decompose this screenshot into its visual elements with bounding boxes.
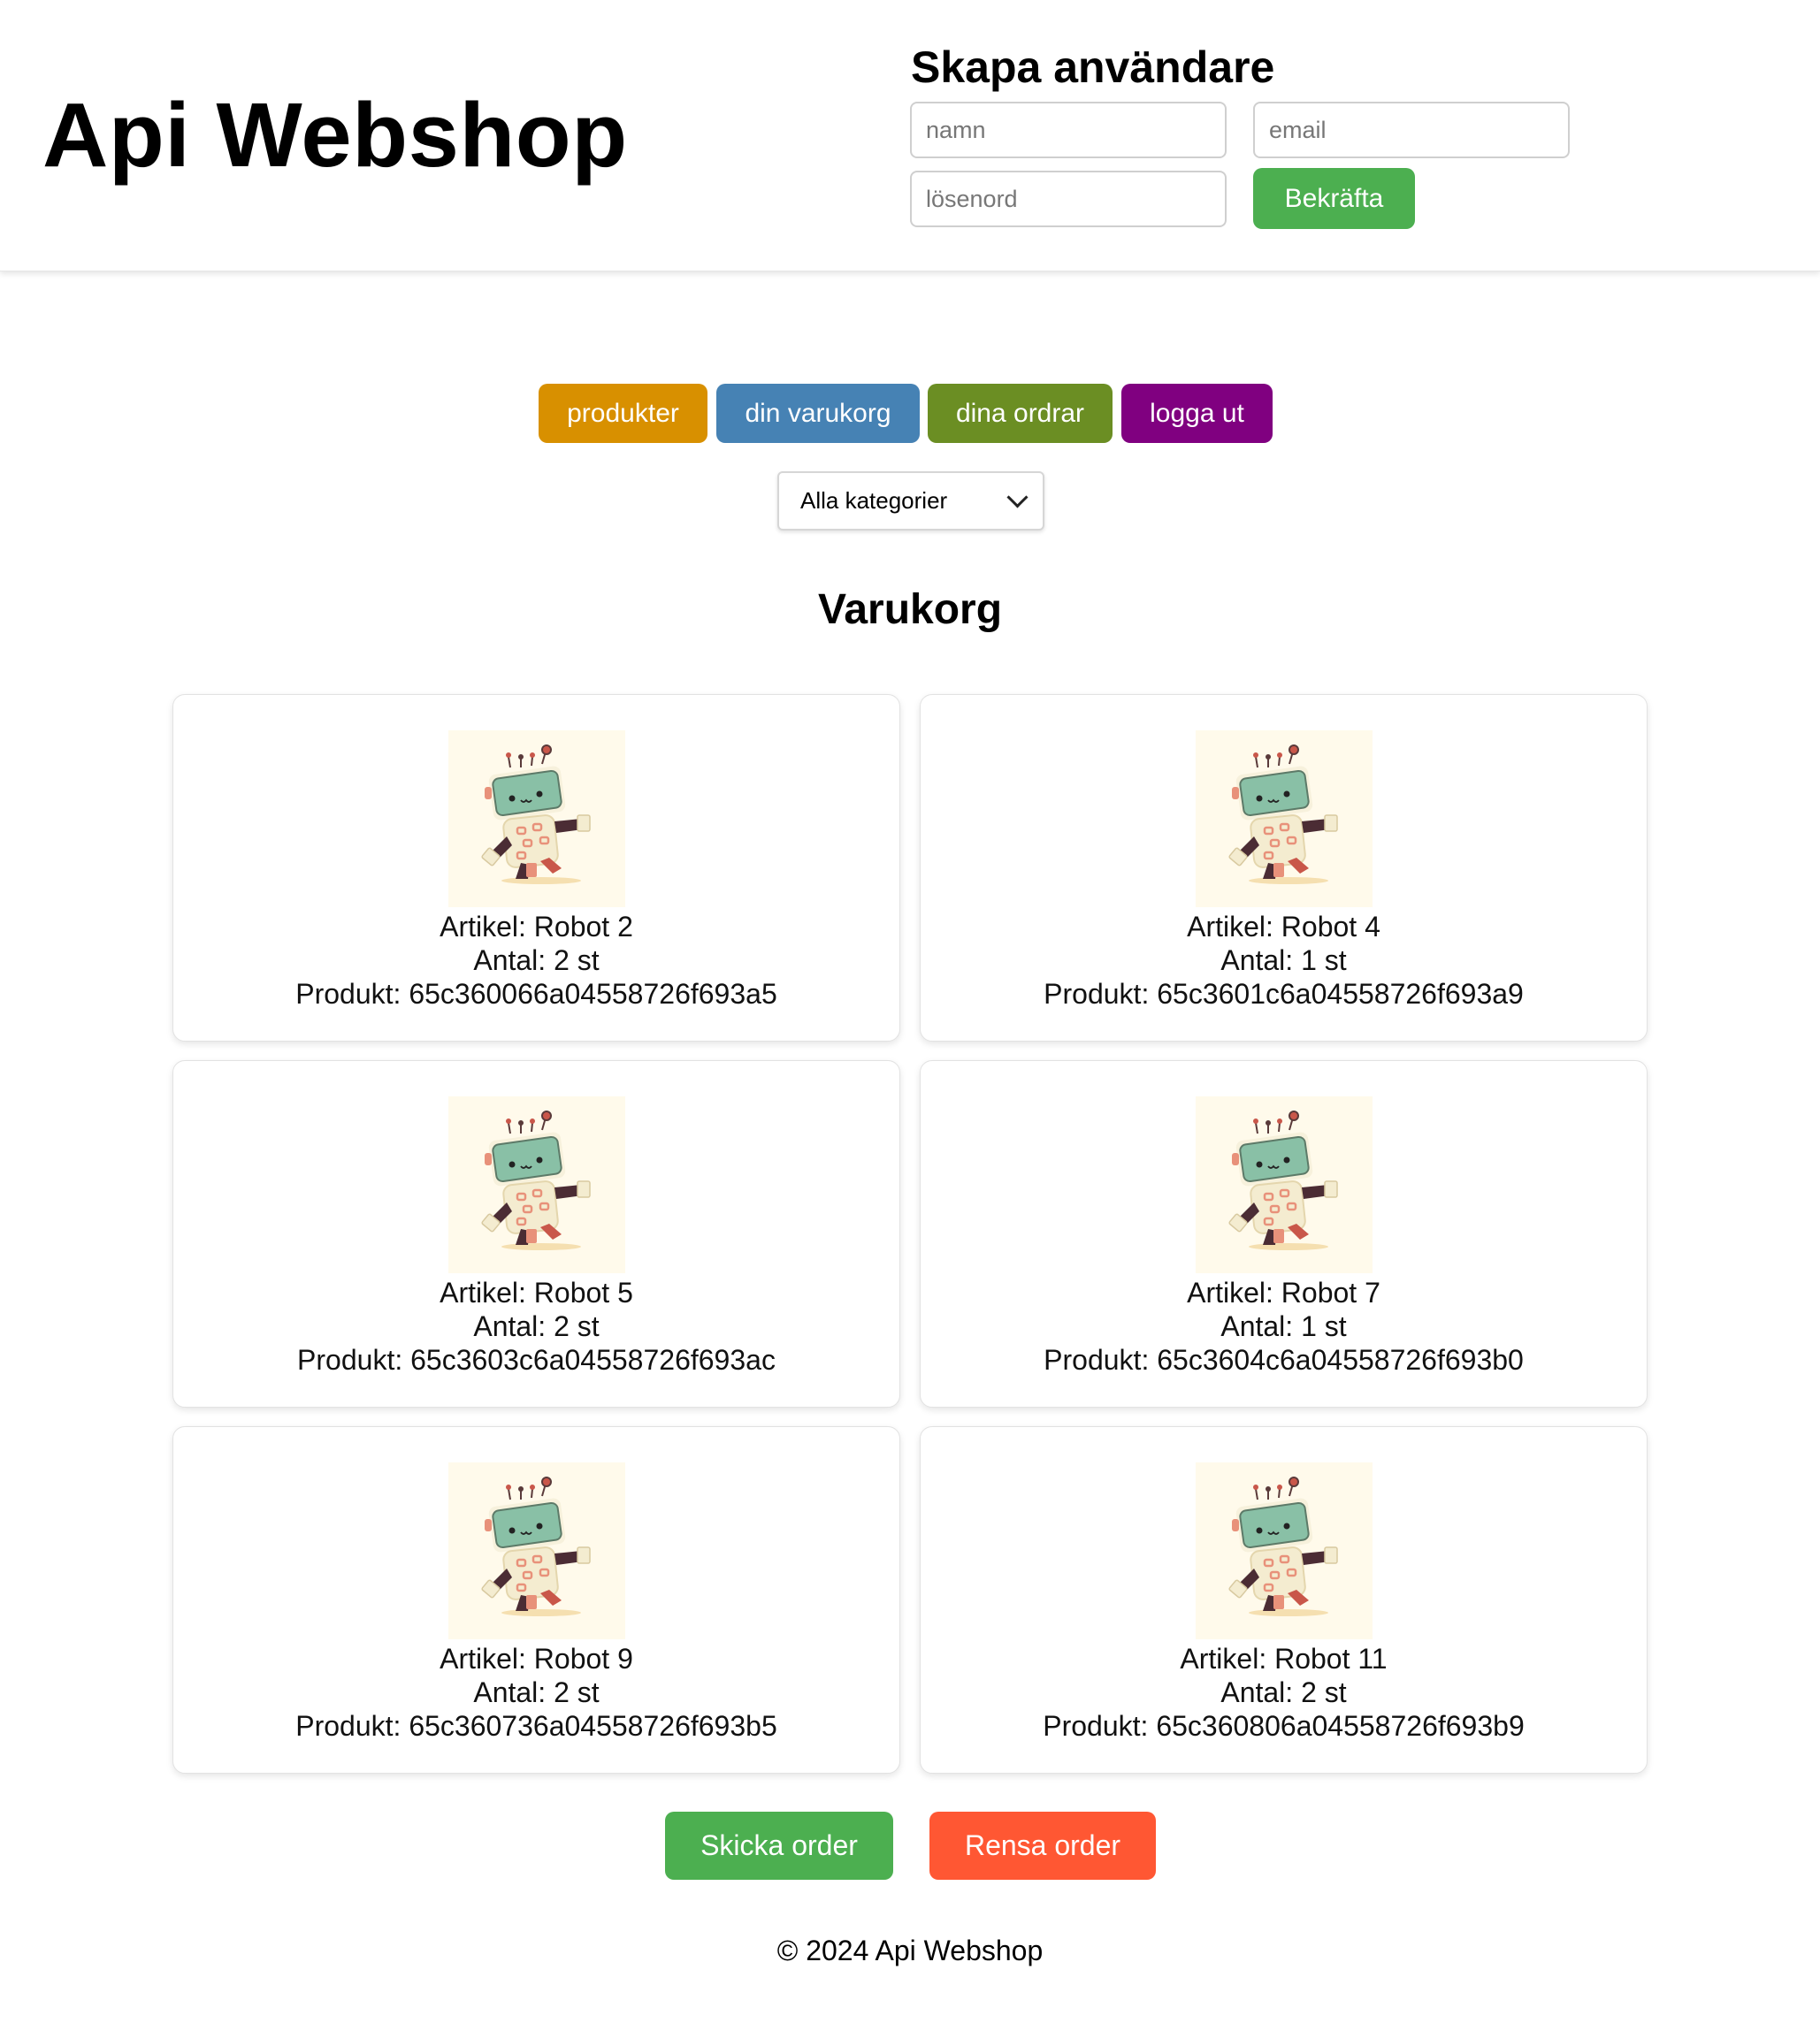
cart-item-article: Artikel: Robot 11 <box>1180 1643 1388 1675</box>
cart-item-info: Artikel: Robot 4 Antal: 1 st Produkt: 65… <box>921 910 1647 1011</box>
email-input[interactable] <box>1253 102 1570 158</box>
cart-item-product: Produkt: 65c360066a04558726f693a5 <box>295 978 777 1010</box>
cart-item-card: Artikel: Robot 2 Antal: 2 st Produkt: 65… <box>172 694 900 1042</box>
robot-image <box>447 1096 625 1273</box>
cart-item-card: Artikel: Robot 5 Antal: 2 st Produkt: 65… <box>172 1060 900 1408</box>
robot-image <box>447 730 625 907</box>
nav-orders-button[interactable]: dina ordrar <box>928 384 1113 443</box>
send-order-button[interactable]: Skicka order <box>665 1812 893 1880</box>
cart-item-article: Artikel: Robot 7 <box>1187 1277 1380 1309</box>
chevron-down-icon <box>1006 486 1029 508</box>
cart-item-quantity: Antal: 1 st <box>1220 1310 1347 1342</box>
cart-heading: Varukorg <box>817 586 1003 633</box>
cart-item-info: Artikel: Robot 9 Antal: 2 st Produkt: 65… <box>173 1642 899 1743</box>
robot-image <box>1195 1096 1373 1273</box>
robot-image <box>1195 730 1373 907</box>
cart-item-info: Artikel: Robot 7 Antal: 1 st Produkt: 65… <box>921 1276 1647 1377</box>
register-heading: Skapa användare <box>911 42 1275 92</box>
category-select[interactable]: Alla kategorier <box>777 471 1044 531</box>
name-input[interactable] <box>910 102 1227 158</box>
nav-logout-button[interactable]: logga ut <box>1121 384 1273 443</box>
cart-item-info: Artikel: Robot 5 Antal: 2 st Produkt: 65… <box>173 1276 899 1377</box>
robot-image <box>1195 1462 1373 1639</box>
password-input[interactable] <box>910 171 1227 227</box>
cart-item-card: Artikel: Robot 7 Antal: 1 st Produkt: 65… <box>920 1060 1648 1408</box>
nav-cart-button[interactable]: din varukorg <box>716 384 920 443</box>
cart-item-quantity: Antal: 1 st <box>1220 944 1347 976</box>
robot-image <box>447 1462 625 1639</box>
cart-item-card: Artikel: Robot 11 Antal: 2 st Produkt: 6… <box>920 1426 1648 1774</box>
cart-item-info: Artikel: Robot 11 Antal: 2 st Produkt: 6… <box>921 1642 1647 1743</box>
cart-item-article: Artikel: Robot 2 <box>440 911 633 943</box>
cart-item-card: Artikel: Robot 9 Antal: 2 st Produkt: 65… <box>172 1426 900 1774</box>
site-title: Api Webshop <box>42 84 628 186</box>
cart-item-quantity: Antal: 2 st <box>473 1676 600 1708</box>
cart-item-quantity: Antal: 2 st <box>473 1310 600 1342</box>
cart-item-card: Artikel: Robot 4 Antal: 1 st Produkt: 65… <box>920 694 1648 1042</box>
category-select-value: Alla kategorier <box>800 487 948 514</box>
cart-item-product: Produkt: 65c360806a04558726f693b9 <box>1043 1710 1525 1742</box>
cart-item-article: Artikel: Robot 5 <box>440 1277 633 1309</box>
cart-item-product: Produkt: 65c3601c6a04558726f693a9 <box>1044 978 1524 1010</box>
nav-products-button[interactable]: produkter <box>539 384 707 443</box>
footer-text: © 2024 Api Webshop <box>776 1935 1044 1966</box>
cart-item-product: Produkt: 65c3603c6a04558726f693ac <box>297 1344 776 1376</box>
cart-item-product: Produkt: 65c360736a04558726f693b5 <box>295 1710 777 1742</box>
cart-item-product: Produkt: 65c3604c6a04558726f693b0 <box>1044 1344 1524 1376</box>
cart-item-article: Artikel: Robot 9 <box>440 1643 633 1675</box>
cart-item-info: Artikel: Robot 2 Antal: 2 st Produkt: 65… <box>173 910 899 1011</box>
cart-item-quantity: Antal: 2 st <box>473 944 600 976</box>
site-header: Api Webshop Skapa användare Bekräfta <box>0 0 1820 271</box>
cart-item-quantity: Antal: 2 st <box>1220 1676 1347 1708</box>
cart-item-article: Artikel: Robot 4 <box>1187 911 1380 943</box>
confirm-button[interactable]: Bekräfta <box>1253 168 1415 229</box>
clear-order-button[interactable]: Rensa order <box>929 1812 1156 1880</box>
